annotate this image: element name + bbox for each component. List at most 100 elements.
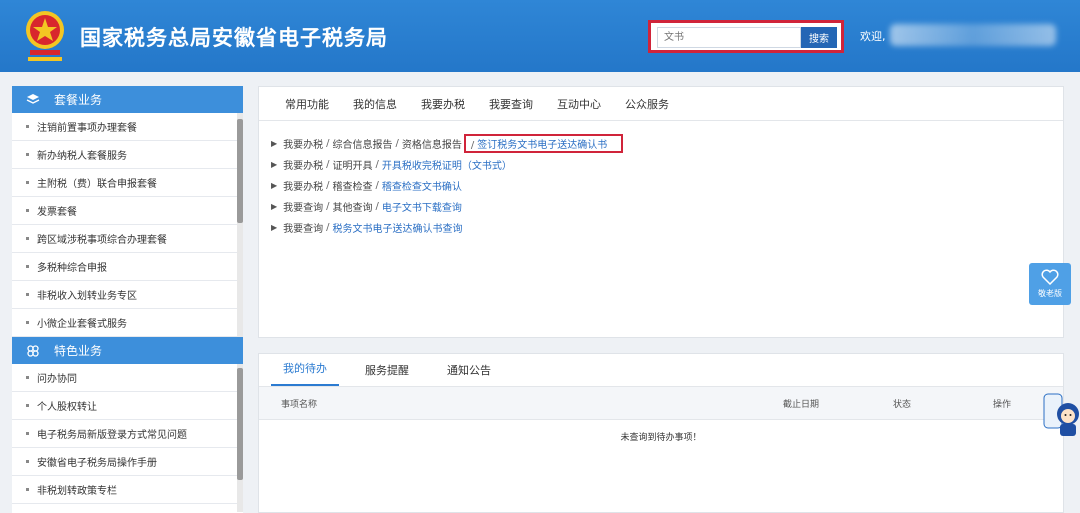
user-name-redacted	[890, 24, 1056, 46]
path-segment[interactable]: 我要查询	[283, 199, 323, 214]
sidebar-item[interactable]: 小微企业套餐式服务	[12, 309, 243, 337]
path-link[interactable]: 开具税收完税证明（文书式）	[382, 157, 512, 172]
elder-mode-button[interactable]: 敬老版	[1029, 263, 1071, 305]
todo-panel: 我的待办 服务提醒 通知公告 事项名称 截止日期 状态 操作 未查询到待办事项！	[258, 353, 1064, 513]
sidebar-scrollbar[interactable]	[237, 364, 243, 512]
column-header-name: 事项名称	[281, 400, 318, 410]
sidebar-item[interactable]: 发票套餐	[12, 197, 243, 225]
welcome-text: 欢迎,	[860, 30, 886, 43]
triangle-right-icon: ▶	[271, 139, 278, 148]
bullet-icon	[26, 181, 29, 184]
tax-emblem-icon	[26, 11, 64, 61]
bullet-icon	[26, 404, 29, 407]
bullet-icon	[26, 125, 29, 128]
sidebar-section-title: 特色业务	[54, 344, 103, 358]
path-separator: /	[326, 180, 330, 191]
tab-public-service[interactable]: 公众服务	[625, 96, 669, 112]
path-separator: /	[326, 138, 330, 149]
sidebar-item[interactable]: 问办协同	[12, 364, 243, 392]
sidebar-item[interactable]: 电子税务局新版登录方式常见问题	[12, 420, 243, 448]
sidebar-item[interactable]: 非税划转政策专栏	[12, 476, 243, 504]
scrollbar-thumb[interactable]	[237, 119, 243, 223]
path-row: ▶ 我要查询 / 其他查询 / 电子文书下载查询	[271, 196, 1063, 217]
sidebar: 套餐业务 注销前置事项办理套餐 新办纳税人套餐服务 主附税（费）联合申报套餐 发…	[12, 86, 243, 513]
bullet-icon	[26, 237, 29, 240]
bullet-icon	[26, 293, 29, 296]
tab-service-reminder[interactable]: 服务提醒	[353, 362, 421, 386]
tab-my-info[interactable]: 我的信息	[353, 96, 397, 112]
bullet-icon	[26, 209, 29, 212]
triangle-right-icon: ▶	[271, 160, 278, 169]
sidebar-item[interactable]: 主附税（费）联合申报套餐	[12, 169, 243, 197]
site-header: 国家税务总局安徽省电子税务局 搜索 欢迎,	[0, 0, 1080, 72]
bullet-icon	[26, 432, 29, 435]
bullet-icon	[26, 460, 29, 463]
flower-icon	[27, 344, 39, 357]
elder-mode-icon	[1041, 269, 1059, 285]
tab-notice[interactable]: 通知公告	[435, 362, 503, 386]
path-segment[interactable]: 我要办税	[283, 157, 323, 172]
path-separator: /	[326, 201, 330, 212]
tab-tax-handling[interactable]: 我要办税	[421, 96, 465, 112]
site-title: 国家税务总局安徽省电子税务局	[80, 26, 388, 50]
function-tabs: 常用功能 我的信息 我要办税 我要查询 互动中心 公众服务	[259, 87, 1063, 121]
tab-common[interactable]: 常用功能	[285, 96, 329, 112]
todo-table-header: 事项名称 截止日期 状态 操作	[259, 387, 1063, 420]
sidebar-item[interactable]: 注销前置事项办理套餐	[12, 113, 243, 141]
path-segment[interactable]: 综合信息报告	[333, 136, 393, 151]
path-row: ▶ 我要查询 / 税务文书电子送达确认书查询	[271, 217, 1063, 238]
triangle-right-icon: ▶	[271, 202, 278, 211]
path-segment[interactable]: 证明开具	[333, 157, 373, 172]
bullet-icon	[26, 321, 29, 324]
path-separator: /	[375, 159, 379, 170]
bullet-icon	[26, 488, 29, 491]
path-segment[interactable]: 我要查询	[283, 220, 323, 235]
path-separator: /	[375, 201, 379, 212]
sidebar-section-special[interactable]: 特色业务	[12, 337, 243, 364]
sidebar-scrollbar[interactable]	[237, 113, 243, 337]
sidebar-item[interactable]: 新办纳税人套餐服务	[12, 141, 243, 169]
column-header-action: 操作	[993, 400, 1012, 410]
elder-mode-label: 敬老版	[1038, 289, 1062, 298]
sidebar-item[interactable]: 跨区域涉税事项综合办理套餐	[12, 225, 243, 253]
bullet-icon	[26, 265, 29, 268]
tab-query[interactable]: 我要查询	[489, 96, 533, 112]
path-link[interactable]: 稽查检查文书确认	[382, 178, 462, 193]
triangle-right-icon: ▶	[271, 223, 278, 232]
path-list: ▶ 我要办税 / 综合信息报告 / 资格信息报告 / 签订税务文书电子送达确认书 ▶ 我要…	[259, 121, 1063, 238]
column-header-status: 状态	[893, 400, 912, 410]
sidebar-list-package: 注销前置事项办理套餐 新办纳税人套餐服务 主附税（费）联合申报套餐 发票套餐 跨…	[12, 113, 243, 337]
highlighted-target-link[interactable]: / 签订税务文书电子送达确认书	[463, 134, 624, 153]
search-button[interactable]: 搜索	[801, 27, 837, 48]
sidebar-item[interactable]: 多税种综合申报	[12, 253, 243, 281]
path-row: ▶ 我要办税 / 综合信息报告 / 资格信息报告 / 签订税务文书电子送达确认书	[271, 133, 1063, 154]
layers-icon	[26, 93, 40, 104]
sidebar-list-special: 问办协同 个人股权转让 电子税务局新版登录方式常见问题 安徽省电子税务局操作手册…	[12, 364, 243, 512]
quick-links-panel: 常用功能 我的信息 我要办税 我要查询 互动中心 公众服务 ▶ 我要办税 / 综合信…	[258, 86, 1064, 338]
path-segment[interactable]: 我要办税	[283, 136, 323, 151]
sidebar-section-package[interactable]: 套餐业务	[12, 86, 243, 113]
path-segment[interactable]: 资格信息报告	[402, 136, 462, 151]
sidebar-item[interactable]: 安徽省电子税务局操作手册	[12, 448, 243, 476]
scrollbar-thumb[interactable]	[237, 368, 243, 480]
tab-my-todo[interactable]: 我的待办	[271, 360, 339, 386]
path-link[interactable]: 签订税务文书电子送达确认书	[477, 140, 607, 151]
search-box: 搜索	[648, 20, 844, 53]
path-separator: /	[326, 222, 330, 233]
path-segment[interactable]: 我要办税	[283, 178, 323, 193]
path-row: ▶ 我要办税 / 稽查检查 / 稽查检查文书确认	[271, 175, 1063, 196]
path-link[interactable]: 税务文书电子送达确认书查询	[333, 220, 463, 235]
tab-interaction[interactable]: 互动中心	[557, 96, 601, 112]
path-row: ▶ 我要办税 / 证明开具 / 开具税收完税证明（文书式）	[271, 154, 1063, 175]
empty-state-text: 未查询到待办事项！	[620, 433, 702, 443]
search-input[interactable]	[657, 27, 801, 48]
path-link[interactable]: 电子文书下载查询	[382, 199, 462, 214]
assistant-mascot-icon[interactable]	[1040, 392, 1080, 440]
bullet-icon	[26, 376, 29, 379]
sidebar-item[interactable]: 个人股权转让	[12, 392, 243, 420]
sidebar-item[interactable]: 非税收入划转业务专区	[12, 281, 243, 309]
path-segment[interactable]: 稽查检查	[333, 178, 373, 193]
path-separator: /	[326, 159, 330, 170]
path-segment[interactable]: 其他查询	[333, 199, 373, 214]
sidebar-section-title: 套餐业务	[54, 93, 103, 107]
